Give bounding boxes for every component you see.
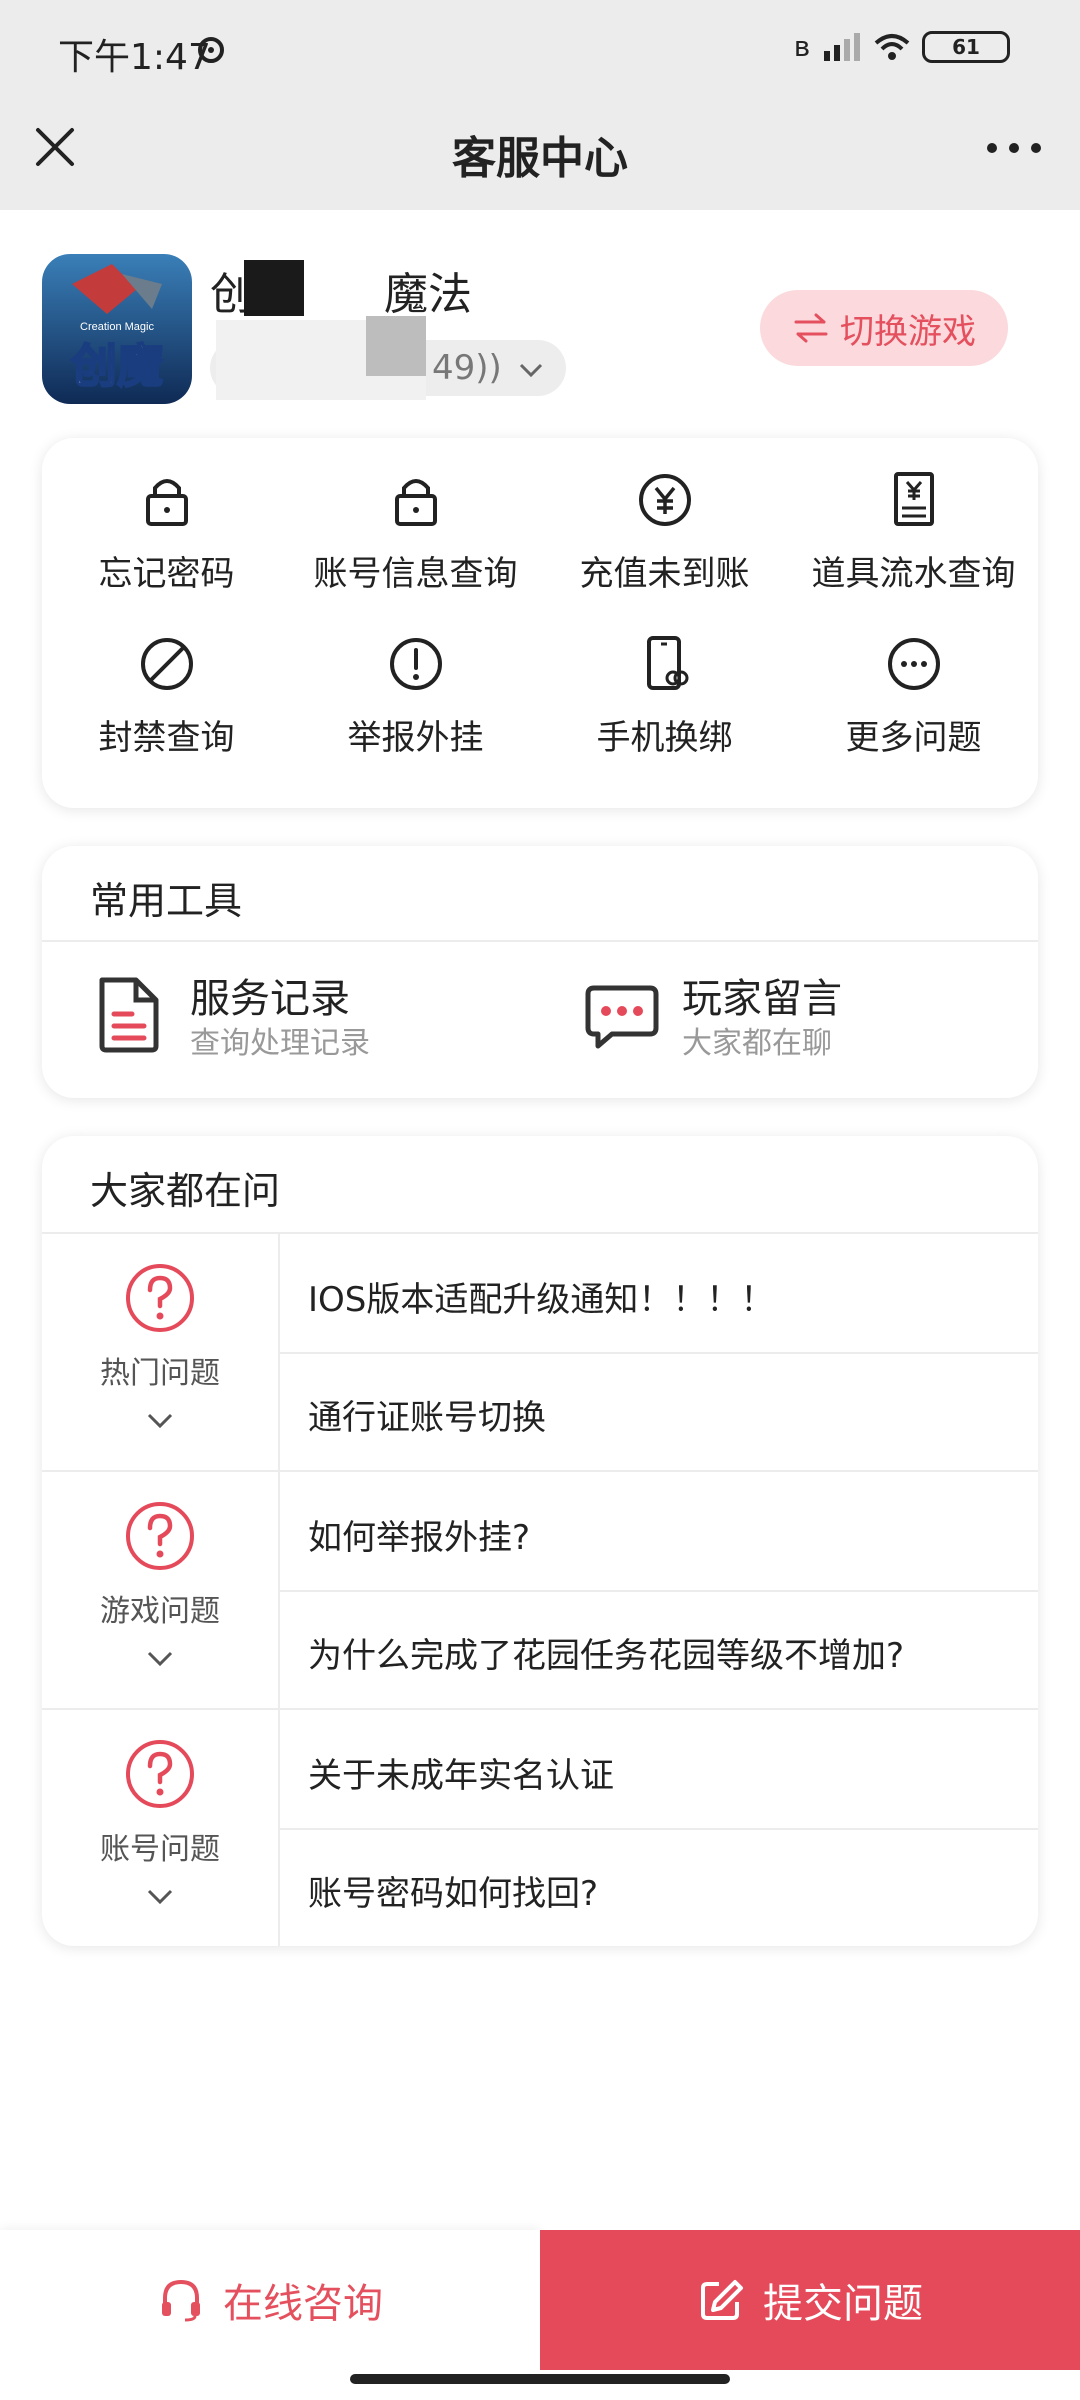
action-account-info[interactable]: 账号信息查询: [291, 468, 540, 632]
question-icon: [126, 1502, 194, 1570]
tool-subtitle: 查询处理记录: [190, 1026, 370, 1061]
faq-category[interactable]: 热门问题: [42, 1234, 280, 1470]
battery-indicator: 61: [922, 30, 1010, 63]
faq-title: 大家都在问: [90, 1169, 281, 1213]
tool-player-messages[interactable]: 玩家留言 大家都在聊: [582, 966, 982, 1066]
divider: [42, 940, 1038, 942]
alarm-icon: [198, 37, 224, 63]
faq-category-label: 游戏问题: [100, 1594, 220, 1629]
action-label: 账号信息查询: [313, 554, 518, 594]
action-label: 更多问题: [845, 718, 982, 758]
divider: [280, 1352, 1038, 1354]
chat-bubble-icon: [585, 985, 659, 1049]
ban-icon: [140, 638, 193, 690]
faq-category[interactable]: 账号问题: [42, 1710, 280, 1946]
status-icons: ʙ 61: [794, 30, 1010, 63]
more-icon[interactable]: [984, 138, 1044, 158]
action-phone-rebind[interactable]: 手机换绑: [540, 632, 789, 796]
submit-question-label: 提交问题: [763, 2281, 923, 2327]
receipt-icon: [893, 472, 934, 526]
chevron-down-icon[interactable]: [146, 1650, 174, 1668]
action-more-questions[interactable]: 更多问题: [789, 632, 1038, 796]
faq-question[interactable]: 账号密码如何找回?: [308, 1866, 598, 1915]
tool-title: 服务记录: [190, 976, 350, 1022]
tool-service-records[interactable]: 服务记录 查询处理记录: [90, 966, 470, 1066]
header: 客服中心: [0, 100, 1080, 210]
edit-icon: [701, 2280, 743, 2320]
headset-icon: [162, 2279, 200, 2322]
action-item-flow[interactable]: 道具流水查询: [789, 468, 1038, 632]
game-logo: Creation Magic 创魔: [42, 254, 192, 404]
gesture-area: [0, 2370, 1080, 2400]
action-label: 道具流水查询: [811, 554, 1016, 594]
divider: [280, 1828, 1038, 1830]
wifi-icon: [874, 33, 910, 60]
faq-group-account: 账号问题 关于未成年实名认证 账号密码如何找回?: [42, 1708, 1038, 1946]
document-icon: [99, 977, 159, 1053]
faq-group-hot: 热门问题 IOS版本适配升级通知！！！！ 通行证账号切换: [42, 1232, 1038, 1470]
swap-icon: [794, 313, 828, 343]
redaction-block: [366, 316, 426, 376]
question-icon: [126, 1264, 194, 1332]
yuan-icon: [638, 474, 691, 526]
phone-link-icon: [646, 636, 688, 690]
main-content: Creation Magic 创魔 创魔法 49)) 切换游戏 忘记密码 账号信…: [0, 210, 1080, 2230]
game-name-part2: 魔法: [384, 269, 472, 320]
game-logo-text: 创魔: [71, 340, 163, 392]
chevron-down-icon[interactable]: [146, 1412, 174, 1430]
faq-group-game: 游戏问题 如何举报外挂? 为什么完成了花园任务花园等级不增加?: [42, 1470, 1038, 1708]
faq-question[interactable]: 关于未成年实名认证: [308, 1748, 614, 1797]
bluetooth-icon: ʙ: [793, 30, 810, 63]
bottom-action-bar: 在线咨询 提交问题: [0, 2230, 1080, 2370]
page-title: 客服中心: [452, 133, 628, 184]
switch-game-button[interactable]: 切换游戏: [760, 290, 1008, 366]
status-time: 下午1:47: [58, 37, 211, 78]
faq-question[interactable]: 如何举报外挂?: [308, 1510, 530, 1559]
alert-icon: [389, 638, 442, 690]
faq-category-label: 热门问题: [100, 1356, 220, 1391]
chevron-down-icon[interactable]: [518, 362, 544, 378]
signal-icon: [824, 32, 860, 61]
quick-actions-card: 忘记密码 账号信息查询 充值未到账 道具流水查询 封禁查询 举报外挂 手机换绑 …: [42, 438, 1038, 808]
action-recharge-missing[interactable]: 充值未到账: [540, 468, 789, 632]
tools-title: 常用工具: [90, 879, 243, 923]
lock-icon: [145, 479, 188, 526]
lock-icon: [394, 479, 437, 526]
action-forgot-password[interactable]: 忘记密码: [42, 468, 291, 632]
faq-category[interactable]: 游戏问题: [42, 1472, 280, 1708]
faq-question[interactable]: 通行证账号切换: [308, 1390, 546, 1439]
submit-question-button[interactable]: 提交问题: [540, 2230, 1080, 2370]
online-consult-button[interactable]: 在线咨询: [0, 2230, 540, 2370]
faq-card: 大家都在问 热门问题 IOS版本适配升级通知！！！！ 通行证账号切换 游戏问题 …: [42, 1136, 1038, 1946]
divider: [280, 1590, 1038, 1592]
action-ban-query[interactable]: 封禁查询: [42, 632, 291, 796]
tool-title: 玩家留言: [682, 976, 842, 1022]
online-consult-label: 在线咨询: [223, 2281, 383, 2327]
redaction-block: [244, 260, 304, 316]
chevron-down-icon[interactable]: [146, 1888, 174, 1906]
tools-card: 常用工具 服务记录 查询处理记录 玩家留言 大家都在聊: [42, 846, 1038, 1098]
server-text: 49)): [432, 348, 502, 388]
action-label: 封禁查询: [98, 718, 235, 758]
status-bar: 下午1:47 ʙ 61: [0, 0, 1080, 100]
more-circle-icon: [887, 638, 940, 690]
action-report-cheat[interactable]: 举报外挂: [291, 632, 540, 796]
action-label: 忘记密码: [98, 554, 235, 594]
faq-question[interactable]: 为什么完成了花园任务花园等级不增加?: [308, 1628, 904, 1677]
action-label: 手机换绑: [596, 718, 733, 758]
action-label: 举报外挂: [347, 718, 484, 758]
switch-game-label: 切换游戏: [840, 311, 976, 352]
game-logo-subtext: Creation Magic: [80, 321, 154, 333]
faq-category-label: 账号问题: [100, 1832, 220, 1867]
home-indicator[interactable]: [350, 2374, 730, 2384]
question-icon: [126, 1740, 194, 1808]
action-label: 充值未到账: [579, 554, 750, 594]
tool-subtitle: 大家都在聊: [682, 1026, 832, 1061]
faq-question[interactable]: IOS版本适配升级通知！！！！: [308, 1272, 774, 1321]
